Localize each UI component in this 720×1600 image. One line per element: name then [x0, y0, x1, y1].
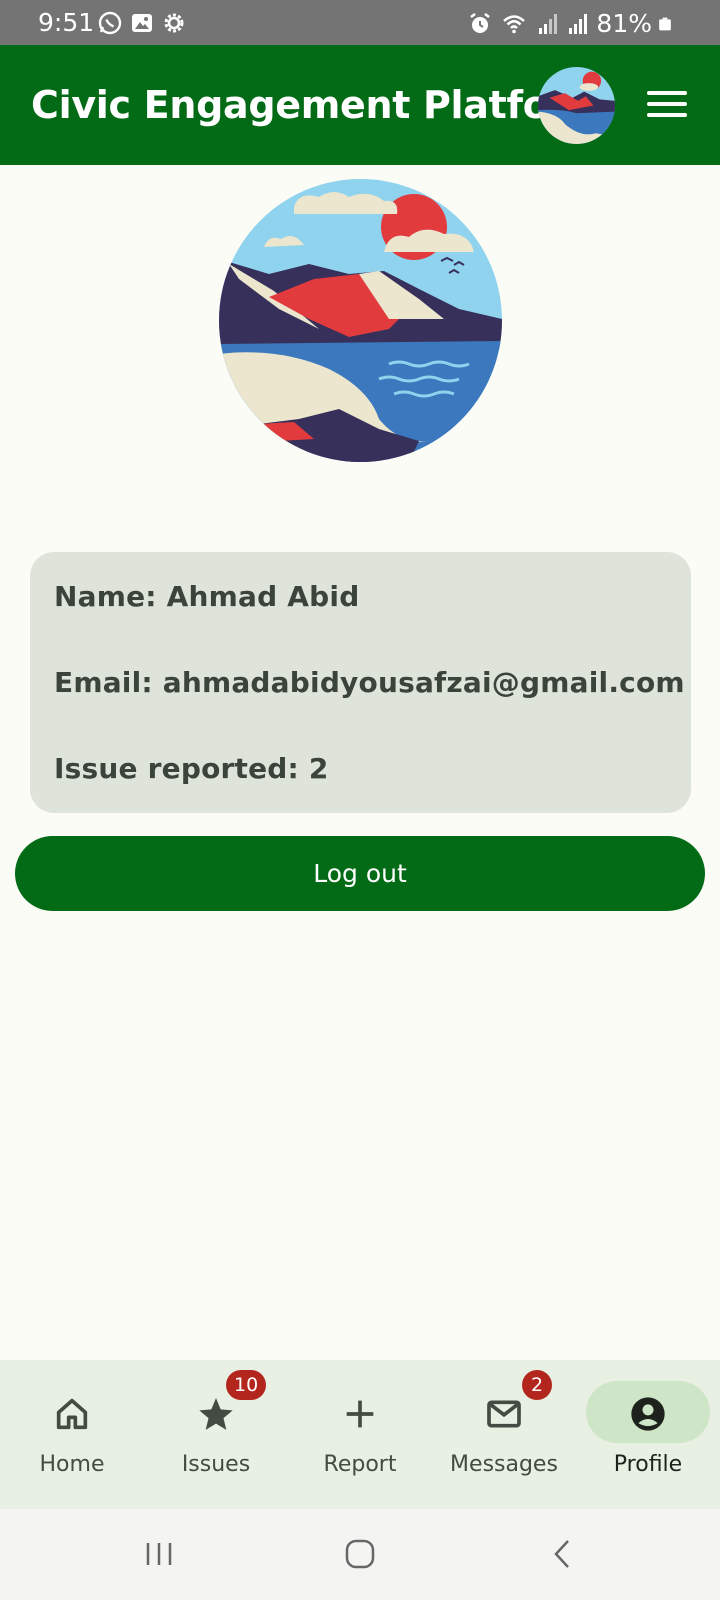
star-icon [199, 1398, 233, 1430]
signal-icon [569, 13, 588, 34]
profile-avatar-image[interactable] [219, 179, 502, 462]
profile-email: Email: ahmadabidyousafzai@gmail.com [54, 666, 685, 699]
battery-level: 81% [596, 9, 652, 38]
system-navigation-bar [0, 1509, 720, 1600]
issues-badge: 10 [226, 1370, 267, 1400]
signal-icon [539, 13, 558, 34]
header-avatar-image[interactable] [538, 67, 615, 144]
nav-item-report[interactable]: Report [288, 1360, 432, 1509]
back-icon[interactable] [538, 1529, 588, 1579]
settings-icon [164, 13, 184, 33]
recents-icon[interactable] [134, 1529, 184, 1579]
gallery-icon [132, 14, 152, 32]
account-circle-icon [631, 1397, 665, 1431]
status-time: 9:51 [38, 8, 95, 37]
bottom-navigation: Home 10 Issues Report 2 Messages Profile [0, 1360, 720, 1509]
mail-icon [487, 1400, 521, 1428]
app-title: Civic Engagement Platform [31, 83, 607, 127]
status-right-icons: 81% [468, 9, 672, 38]
menu-icon[interactable] [647, 91, 687, 121]
home-circle-icon[interactable] [335, 1529, 385, 1579]
nav-item-messages[interactable]: 2 Messages [432, 1360, 576, 1509]
nav-item-issues[interactable]: 10 Issues [144, 1360, 288, 1509]
status-left-icons [98, 11, 186, 35]
profile-name: Name: Ahmad Abid [54, 580, 360, 613]
status-bar: 9:51 81% [0, 0, 720, 45]
nav-label-report: Report [323, 1452, 397, 1477]
nav-label-home: Home [39, 1452, 105, 1477]
home-icon [56, 1398, 88, 1430]
battery-icon [659, 17, 671, 30]
messages-badge: 2 [522, 1370, 552, 1400]
wifi-icon [503, 14, 526, 33]
profile-issues-count: Issue reported: 2 [54, 752, 329, 785]
logout-button[interactable]: Log out [15, 836, 705, 911]
plus-icon [346, 1400, 374, 1428]
alarm-icon [470, 12, 491, 33]
profile-info-card: Name: Ahmad Abid Email: ahmadabidyousafz… [30, 552, 691, 813]
app-bar: Civic Engagement Platform [0, 45, 720, 165]
nav-item-profile[interactable]: Profile [576, 1360, 720, 1509]
nav-label-profile: Profile [613, 1452, 683, 1477]
nav-label-messages: Messages [450, 1452, 558, 1477]
whatsapp-icon [98, 11, 122, 35]
nav-label-issues: Issues [181, 1452, 251, 1477]
nav-item-home[interactable]: Home [0, 1360, 144, 1509]
